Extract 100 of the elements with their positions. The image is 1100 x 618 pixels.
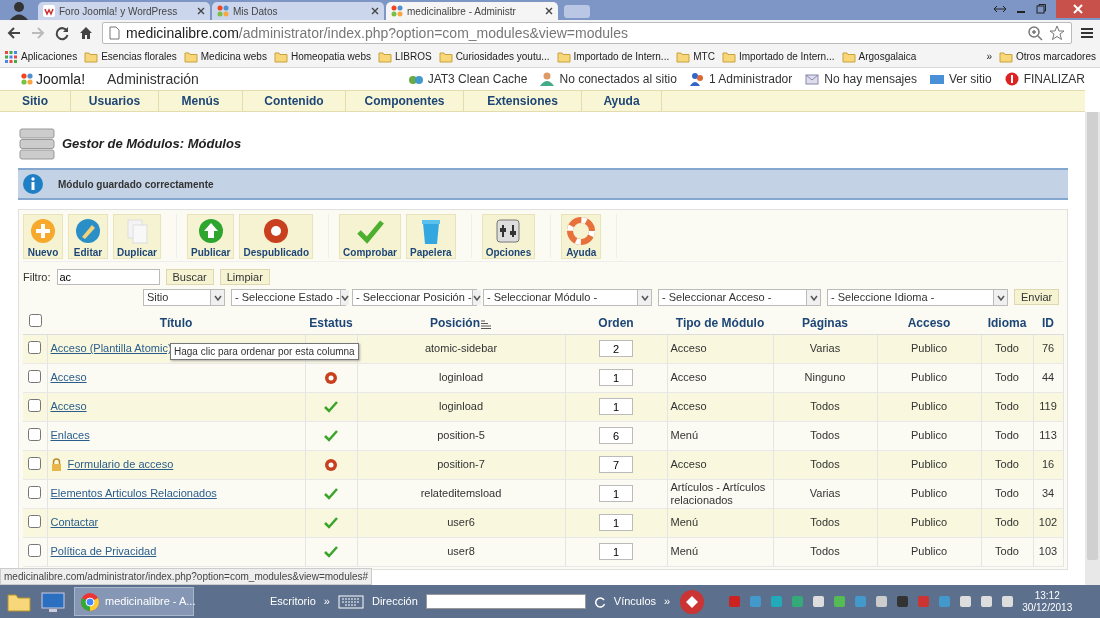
bookmark[interactable]: Curiosidades youtu...: [438, 49, 550, 64]
tray-icon[interactable]: [812, 595, 826, 608]
menu-item[interactable]: Sitio: [0, 91, 71, 111]
toolbar-button[interactable]: Duplicar: [113, 214, 161, 259]
menu-item[interactable]: Ayuda: [582, 91, 662, 111]
row-checkbox[interactable]: [28, 427, 42, 441]
order-field[interactable]: 6: [599, 427, 633, 444]
toolbar-button[interactable]: Publicar: [187, 214, 235, 259]
toolbar-button[interactable]: Papelera: [405, 214, 456, 259]
column-header[interactable]: Páginas: [802, 315, 848, 330]
bookmark[interactable]: Medicina webs: [183, 49, 267, 64]
toolbar-button[interactable]: Opciones: [481, 214, 536, 259]
module-title-link[interactable]: Contactar: [50, 516, 99, 529]
module-title-link[interactable]: Acceso: [50, 371, 87, 384]
back-icon[interactable]: [6, 25, 22, 41]
order-field[interactable]: 7: [599, 456, 633, 473]
bookmark[interactable]: Argosgalaica: [841, 49, 917, 64]
column-header[interactable]: Orden: [598, 315, 634, 330]
order-field[interactable]: 1: [599, 369, 633, 386]
tray-icon[interactable]: [833, 595, 847, 608]
row-checkbox[interactable]: [28, 456, 42, 470]
more-bookmarks-button[interactable]: »: [986, 49, 992, 64]
column-header[interactable]: Estatus: [309, 315, 353, 330]
maximize-icon[interactable]: [1036, 4, 1046, 14]
bookmark[interactable]: Importado de Intern...: [556, 49, 670, 64]
links-toolbar-label[interactable]: Vínculos: [613, 593, 657, 610]
ring-icon[interactable]: [324, 457, 338, 472]
bookmark[interactable]: Importado de Intern...: [721, 49, 835, 64]
toolbar-button[interactable]: Editar: [68, 214, 108, 259]
tray-icon[interactable]: [896, 595, 910, 608]
bookmark[interactable]: MTC: [676, 49, 715, 64]
column-header[interactable]: ID: [1042, 315, 1054, 330]
menu-icon[interactable]: [1080, 26, 1094, 40]
order-field[interactable]: 1: [599, 543, 633, 560]
row-checkbox[interactable]: [28, 398, 42, 412]
select-field[interactable]: - Seleccione Estado -: [231, 289, 346, 306]
order-field[interactable]: 1: [599, 514, 633, 531]
check-icon[interactable]: [324, 488, 338, 501]
header-link[interactable]: 1 Administrador: [688, 70, 793, 88]
check-icon[interactable]: [324, 517, 338, 530]
desktop-toolbar-label[interactable]: Escritorio: [270, 593, 316, 610]
select-field[interactable]: - Seleccionar Módulo -: [483, 289, 652, 306]
column-header[interactable]: Idioma: [987, 315, 1027, 330]
toolbar-button[interactable]: Ayuda: [561, 214, 602, 259]
order-field[interactable]: 1: [599, 485, 633, 502]
row-checkbox[interactable]: [28, 369, 42, 383]
column-header[interactable]: Tipo de Módulo: [675, 315, 765, 330]
row-checkbox[interactable]: [28, 543, 42, 557]
close-button[interactable]: [1056, 0, 1100, 18]
ring-icon[interactable]: [324, 370, 338, 385]
row-checkbox[interactable]: [28, 340, 42, 354]
column-header[interactable]: Título: [159, 315, 193, 330]
toolbar-more-button[interactable]: »: [323, 593, 330, 610]
app-icon[interactable]: [678, 587, 707, 616]
tray-icon[interactable]: [959, 595, 973, 608]
column-header[interactable]: Acceso: [907, 315, 951, 330]
module-title-link[interactable]: Acceso: [50, 400, 87, 413]
tray-icon[interactable]: [980, 595, 994, 608]
select-field[interactable]: Sitio: [143, 289, 225, 306]
header-link[interactable]: Ver sitio: [928, 70, 992, 88]
toolbar-button[interactable]: Comprobar: [339, 214, 401, 259]
column-header[interactable]: Posición: [430, 315, 480, 330]
module-title-link[interactable]: Política de Privacidad: [50, 545, 157, 558]
reload-icon[interactable]: [54, 25, 70, 41]
close-icon[interactable]: [197, 7, 205, 15]
check-icon[interactable]: [324, 546, 338, 559]
bookmark[interactable]: LIBROS: [377, 49, 432, 64]
star-icon[interactable]: [1049, 25, 1065, 41]
row-checkbox[interactable]: [28, 485, 42, 499]
bookmark[interactable]: Homeopatia webs: [273, 49, 371, 64]
browser-tab[interactable]: Mis Datos: [212, 2, 384, 20]
refresh-icon[interactable]: [593, 595, 606, 608]
address-field[interactable]: [425, 594, 586, 609]
menu-item[interactable]: Componentes: [346, 91, 464, 111]
header-link[interactable]: JAT3 Clean Cache: [407, 70, 528, 88]
tray-icon[interactable]: [1001, 595, 1015, 608]
search-button[interactable]: Buscar: [165, 269, 214, 285]
select-field[interactable]: - Seleccionar Acceso -: [658, 289, 821, 306]
menu-item[interactable]: Contenido: [243, 91, 346, 111]
check-icon[interactable]: [324, 401, 338, 414]
clear-button[interactable]: Limpiar: [219, 269, 270, 285]
address-field[interactable]: medicinalibre.com/administrator/index.php?option=com_modules&view=modules: [102, 22, 1072, 44]
menu-item[interactable]: Usuarios: [71, 91, 159, 111]
select-all-checkbox[interactable]: [28, 313, 42, 327]
tray-icon[interactable]: [875, 595, 889, 608]
header-link[interactable]: FINALIZAR: [1003, 70, 1085, 88]
close-icon[interactable]: [371, 7, 379, 15]
module-title-link[interactable]: Elementos Articulos Relacionados: [50, 487, 217, 500]
keyboard-icon[interactable]: [337, 594, 364, 609]
header-link[interactable]: No conectados al sitio: [539, 70, 677, 88]
bookmark[interactable]: Esencias florales: [84, 49, 177, 64]
monitor-icon[interactable]: [40, 589, 66, 614]
close-icon[interactable]: [545, 7, 553, 15]
toolbar-button[interactable]: Despublicado: [239, 214, 314, 259]
browser-tab[interactable]: Foro Joomla! y WordPress: [38, 2, 210, 20]
header-link[interactable]: No hay mensajes: [804, 70, 917, 88]
menu-item[interactable]: Menús: [159, 91, 243, 111]
module-title-link[interactable]: Enlaces: [50, 429, 90, 442]
check-icon[interactable]: [324, 430, 338, 443]
order-field[interactable]: 2: [599, 340, 633, 357]
